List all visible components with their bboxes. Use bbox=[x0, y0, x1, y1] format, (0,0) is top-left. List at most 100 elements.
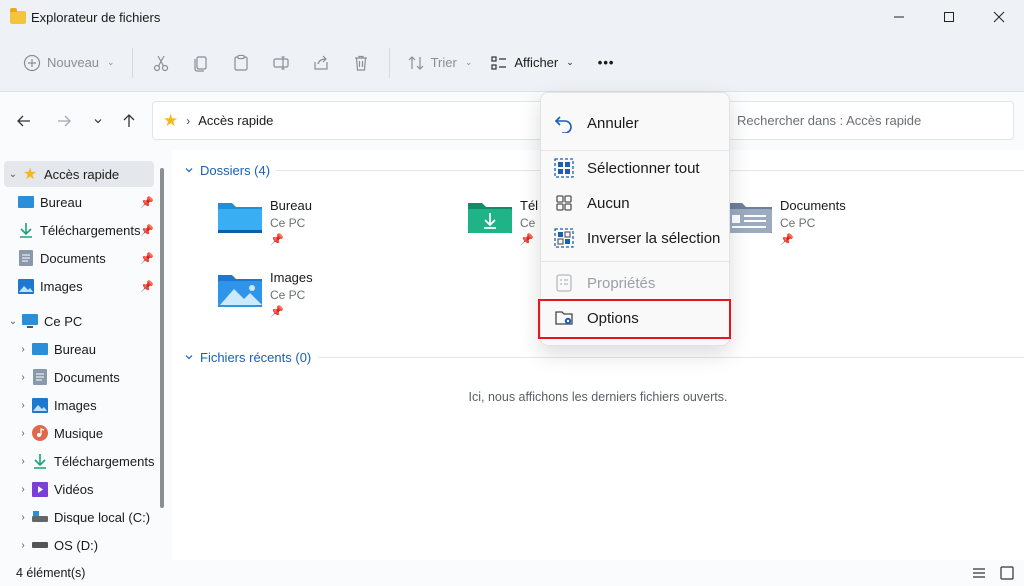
close-button[interactable] bbox=[974, 0, 1024, 34]
chevron-down-icon: ⌄ bbox=[107, 57, 115, 67]
menu-item-select-all[interactable]: Sélectionner tout bbox=[545, 151, 727, 185]
new-button[interactable]: Nouveau ⌄ bbox=[14, 45, 124, 81]
address-bar[interactable]: ★ › Accès rapide bbox=[152, 101, 544, 140]
delete-button[interactable] bbox=[341, 45, 381, 81]
arrow-up-icon bbox=[123, 114, 135, 127]
pin-icon: 📌 bbox=[270, 306, 284, 318]
breadcrumb[interactable]: Accès rapide bbox=[198, 113, 273, 128]
sidebar-item-pc-downloads[interactable]: › Téléchargements bbox=[14, 448, 156, 474]
drive-icon bbox=[32, 537, 48, 553]
sidebar-item-quick-access[interactable]: ⌄ ★ Accès rapide bbox=[4, 161, 154, 187]
recent-locations-button[interactable] bbox=[86, 109, 110, 133]
invert-selection-icon bbox=[553, 227, 575, 249]
minimize-button[interactable] bbox=[874, 0, 924, 34]
sidebar-item-quick-bureau[interactable]: Bureau 📌 bbox=[18, 189, 154, 215]
chevron-down-icon: ⌄ bbox=[464, 57, 473, 67]
star-icon: ★ bbox=[163, 111, 179, 130]
sidebar-item-label: Bureau bbox=[40, 194, 82, 210]
folders-section-header[interactable]: Dossiers (4) bbox=[184, 160, 270, 180]
minimize-icon bbox=[894, 16, 904, 18]
chevron-down-icon bbox=[94, 119, 102, 124]
sidebar-item-quick-documents[interactable]: Documents 📌 bbox=[18, 245, 154, 271]
share-button[interactable] bbox=[301, 45, 341, 81]
pin-icon: 📌 bbox=[270, 234, 284, 246]
sort-label: Trier bbox=[430, 55, 457, 70]
pictures-folder-icon bbox=[216, 269, 264, 317]
music-icon bbox=[32, 425, 48, 441]
chevron-right-icon[interactable]: › bbox=[14, 372, 32, 383]
sidebar-item-pc-documents[interactable]: › Documents bbox=[14, 364, 156, 390]
folder-tile-telechargements[interactable]: Téléchargements Ce PC 📌 bbox=[466, 197, 538, 261]
chevron-down-icon[interactable]: ⌄ bbox=[4, 316, 22, 327]
sidebar-item-quick-downloads[interactable]: Téléchargements 📌 bbox=[18, 217, 154, 243]
menu-item-invert-selection[interactable]: Inverser la sélection bbox=[545, 221, 727, 255]
chevron-down-icon[interactable]: ⌄ bbox=[4, 169, 22, 180]
chevron-right-icon[interactable]: › bbox=[14, 344, 32, 355]
up-button[interactable] bbox=[117, 109, 141, 133]
sidebar-item-label: Documents bbox=[40, 250, 106, 266]
folder-app-icon bbox=[10, 7, 26, 24]
paste-icon bbox=[233, 54, 248, 71]
paste-button[interactable] bbox=[221, 45, 261, 81]
arrow-left-icon bbox=[17, 115, 30, 127]
sidebar-item-pc-bureau[interactable]: › Bureau bbox=[14, 336, 156, 362]
folder-tile-bureau[interactable]: Bureau Ce PC 📌 bbox=[216, 197, 456, 261]
rename-icon bbox=[272, 55, 289, 70]
cut-button[interactable] bbox=[141, 45, 181, 81]
sidebar-item-label: Ce PC bbox=[44, 313, 83, 329]
back-button[interactable] bbox=[12, 109, 36, 133]
window-title: Explorateur de fichiers bbox=[31, 9, 161, 25]
chevron-right-icon: › bbox=[186, 113, 191, 128]
forward-button[interactable] bbox=[52, 109, 76, 133]
folder-tile-images[interactable]: Images Ce PC 📌 bbox=[216, 269, 456, 333]
sidebar-item-pc-videos[interactable]: › Vidéos bbox=[14, 476, 156, 502]
view-button[interactable]: Afficher ⌄ bbox=[481, 45, 582, 81]
menu-item-properties[interactable]: Propriétés bbox=[545, 266, 727, 300]
recent-section-header[interactable]: Fichiers récents (0) bbox=[184, 347, 311, 367]
more-options-button[interactable]: ••• bbox=[589, 45, 624, 81]
sidebar-item-quick-images[interactable]: Images 📌 bbox=[18, 273, 154, 299]
sidebar-item-label: OS (D:) bbox=[54, 537, 99, 553]
divider bbox=[541, 261, 729, 262]
menu-item-label: Aucun bbox=[587, 194, 630, 212]
sidebar-item-label: Bureau bbox=[54, 341, 96, 357]
sidebar-item-label: Images bbox=[40, 278, 83, 294]
status-bar: 4 élément(s) bbox=[0, 560, 1024, 586]
copy-icon bbox=[193, 55, 207, 72]
menu-item-label: Sélectionner tout bbox=[587, 159, 700, 177]
divider bbox=[388, 47, 390, 78]
chevron-right-icon[interactable]: › bbox=[14, 456, 32, 467]
download-icon bbox=[18, 222, 34, 238]
pin-icon: 📌 bbox=[140, 196, 154, 209]
options-highlight-box bbox=[538, 299, 731, 339]
undo-icon bbox=[553, 112, 575, 134]
folder-location: Ce PC bbox=[270, 288, 306, 302]
sidebar-item-pc-drive-c[interactable]: › Disque local (C:) bbox=[14, 504, 156, 530]
chevron-right-icon[interactable]: › bbox=[14, 484, 32, 495]
chevron-down-icon bbox=[185, 355, 193, 360]
pin-icon: 📌 bbox=[140, 252, 154, 265]
folder-tile-documents[interactable]: Documents Ce PC 📌 bbox=[726, 197, 966, 261]
maximize-button[interactable] bbox=[924, 0, 974, 34]
menu-item-undo[interactable]: Annuler bbox=[545, 106, 727, 140]
chevron-right-icon[interactable]: › bbox=[14, 540, 32, 551]
chevron-right-icon[interactable]: › bbox=[14, 428, 32, 439]
sidebar-item-label: Disque local (C:) bbox=[54, 509, 151, 525]
sort-button[interactable]: Trier ⌄ bbox=[398, 45, 482, 81]
item-count: 4 élément(s) bbox=[16, 566, 86, 580]
tiles-view-icon[interactable] bbox=[1000, 566, 1014, 580]
properties-icon bbox=[553, 272, 575, 294]
sidebar-item-pc-music[interactable]: › Musique bbox=[14, 420, 156, 446]
rename-button[interactable] bbox=[261, 45, 301, 81]
search-input[interactable]: Rechercher dans : Accès rapide bbox=[694, 101, 1014, 140]
sort-icon bbox=[408, 55, 424, 70]
sidebar-scrollbar[interactable] bbox=[160, 168, 164, 508]
documents-icon bbox=[32, 369, 48, 385]
details-view-icon[interactable] bbox=[972, 566, 986, 580]
pin-icon: 📌 bbox=[140, 280, 154, 293]
chevron-right-icon[interactable]: › bbox=[14, 512, 32, 523]
sidebar-item-pc-drive-d[interactable]: › OS (D:) bbox=[14, 532, 156, 558]
copy-button[interactable] bbox=[181, 45, 221, 81]
menu-item-select-none[interactable]: Aucun bbox=[545, 186, 727, 220]
sidebar-item-this-pc[interactable]: ⌄ Ce PC bbox=[4, 308, 154, 334]
